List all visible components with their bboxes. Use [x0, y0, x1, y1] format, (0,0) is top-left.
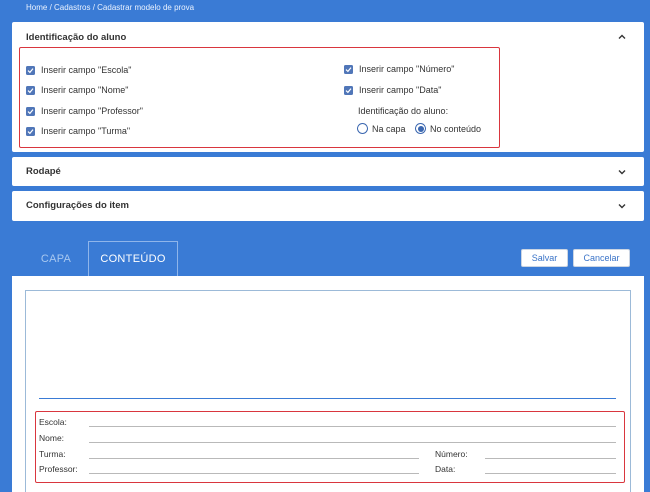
checkbox-turma-label: Inserir campo "Turma": [41, 126, 131, 136]
field-nome-label: Nome:: [39, 433, 65, 443]
field-professor-line[interactable]: [89, 473, 419, 474]
checkbox-professor[interactable]: Inserir campo "Professor": [26, 104, 143, 118]
checkbox-escola-label: Inserir campo "Escola": [41, 65, 132, 75]
field-numero-line[interactable]: [485, 458, 616, 459]
radio-na-capa[interactable]: Na capa: [357, 123, 406, 134]
checkbox-data-label: Inserir campo "Data": [359, 85, 442, 95]
checkbox-nome[interactable]: Inserir campo "Nome": [26, 83, 128, 97]
position-label: Identificação do aluno:: [358, 106, 449, 116]
rodape-panel[interactable]: Rodapé: [12, 157, 644, 186]
field-professor-label: Professor:: [39, 464, 78, 474]
checkbox-turma[interactable]: Inserir campo "Turma": [26, 124, 130, 138]
checkbox-checked-icon[interactable]: [26, 65, 35, 75]
chevron-up-icon[interactable]: [616, 31, 628, 43]
configuracoes-title[interactable]: Configurações do item: [26, 200, 129, 211]
rodape-title[interactable]: Rodapé: [26, 166, 61, 177]
checkbox-checked-icon[interactable]: [26, 85, 35, 95]
tab-conteudo[interactable]: CONTEÚDO: [88, 241, 178, 276]
checkbox-data[interactable]: Inserir campo "Data": [344, 83, 441, 97]
field-numero-label: Número:: [435, 449, 468, 459]
identificacao-title[interactable]: Identificação do aluno: [26, 32, 126, 43]
radio-checked-icon[interactable]: [415, 123, 426, 134]
field-escola-line[interactable]: [89, 426, 616, 427]
checkbox-checked-icon[interactable]: [26, 106, 35, 116]
checkbox-professor-label: Inserir campo "Professor": [41, 106, 143, 116]
save-button[interactable]: Salvar: [521, 249, 568, 267]
radio-no-conteudo[interactable]: No conteúdo: [415, 123, 481, 134]
checkbox-checked-icon[interactable]: [344, 85, 353, 95]
chevron-down-icon[interactable]: [616, 200, 628, 212]
checkbox-numero[interactable]: Inserir campo "Número": [344, 62, 454, 76]
field-turma-line[interactable]: [89, 458, 419, 459]
tab-capa[interactable]: CAPA: [30, 241, 82, 276]
field-data-line[interactable]: [485, 473, 616, 474]
checkbox-nome-label: Inserir campo "Nome": [41, 85, 129, 95]
checkbox-checked-icon[interactable]: [344, 64, 353, 74]
field-escola-label: Escola:: [39, 417, 67, 427]
radio-no-conteudo-label: No conteúdo: [430, 123, 482, 134]
field-nome-line[interactable]: [89, 442, 616, 443]
cancel-button[interactable]: Cancelar: [573, 249, 630, 267]
checkbox-escola[interactable]: Inserir campo "Escola": [26, 63, 131, 77]
checkbox-numero-label: Inserir campo "Número": [359, 64, 455, 74]
checkbox-checked-icon[interactable]: [26, 126, 35, 136]
chevron-down-icon[interactable]: [616, 166, 628, 178]
radio-na-capa-label: Na capa: [372, 123, 406, 134]
field-data-label: Data:: [435, 464, 456, 474]
field-turma-label: Turma:: [39, 449, 66, 459]
configuracoes-panel[interactable]: Configurações do item: [12, 191, 644, 221]
radio-unchecked-icon[interactable]: [357, 123, 368, 134]
breadcrumb: Home / Cadastros / Cadastrar modelo de p…: [26, 3, 195, 12]
header-divider: [39, 398, 616, 399]
